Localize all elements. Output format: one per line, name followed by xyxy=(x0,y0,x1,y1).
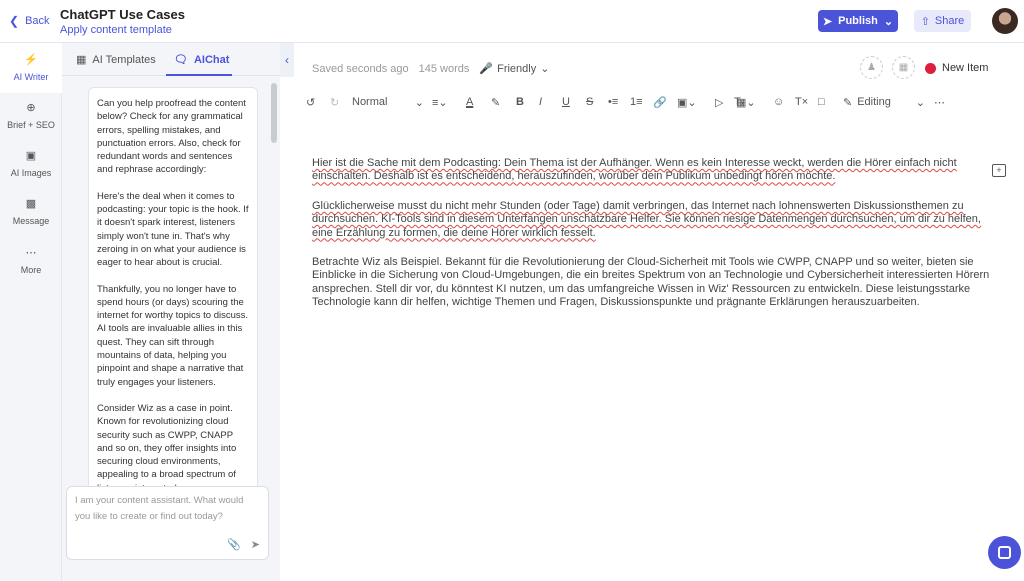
chat-paragraph: Consider Wiz as a case in point. Known f… xyxy=(97,402,237,494)
emoji-icon[interactable]: ☺ xyxy=(773,93,784,111)
word-count: 145 words xyxy=(418,62,470,75)
chat-paragraph: Thankfully, you no longer have to spend … xyxy=(97,283,249,388)
collapse-panel-button[interactable]: ‹ xyxy=(280,43,294,77)
undo-icon[interactable]: ↺ xyxy=(306,93,315,111)
rail-item-label: AI Images xyxy=(10,168,52,178)
chevron-down-icon: ⌄ xyxy=(915,96,925,109)
editor-meta: Saved seconds ago 145 words 🎤 Friendly ⌄ xyxy=(312,62,550,76)
calendar-icon: ▦ xyxy=(898,62,909,73)
clear-formatting-icon[interactable]: T× xyxy=(795,93,808,111)
comment-icon[interactable]: □ xyxy=(818,93,825,111)
chat-input[interactable]: I am your content assistant. What would … xyxy=(66,486,269,560)
assign-button[interactable]: ▦ xyxy=(892,56,915,79)
rail-item-label: AI Writer xyxy=(13,72,49,82)
image-insert-icon[interactable]: ▣⌄ xyxy=(677,93,697,111)
strikethrough-icon[interactable]: S xyxy=(586,93,593,111)
doc-paragraph: Glücklicherweise musst du nicht mehr Stu… xyxy=(312,199,981,239)
chat-paragraph: Here's the deal when it comes to podcast… xyxy=(97,190,249,269)
rail-item-brief-seo[interactable]: ⊕ Brief + SEO xyxy=(0,101,62,141)
chat-input-placeholder: I am your content assistant. What would … xyxy=(75,495,244,522)
rail-item-ai-writer[interactable]: ⚡ AI Writer xyxy=(0,43,62,93)
chevron-left-icon: ‹ xyxy=(285,53,289,67)
panel-tabs: ▦ AI Templates 🗨 AIChat xyxy=(62,43,280,76)
share-label: Share xyxy=(934,15,965,27)
status-label: New Item xyxy=(942,62,989,74)
document-title: ChatGPT Use Cases xyxy=(60,7,185,22)
chat-icon xyxy=(998,546,1011,559)
lightning-icon: ⚡ xyxy=(24,54,38,66)
add-user-icon: ♟ xyxy=(867,62,876,73)
doc-paragraph: Betrachte Wiz als Beispiel. Bekannt für … xyxy=(312,256,990,309)
rail-item-ai-images[interactable]: ▣ AI Images xyxy=(0,149,62,189)
add-user-button[interactable]: ♟ xyxy=(860,56,883,79)
doc-paragraph: Hier ist die Sache mit dem Podcasting: D… xyxy=(312,157,957,183)
chat-scrollbar[interactable] xyxy=(271,83,277,143)
tab-ai-templates[interactable]: ▦ AI Templates xyxy=(76,53,156,67)
play-icon[interactable]: ▷ xyxy=(715,93,723,111)
image-icon: ▣ xyxy=(25,150,37,162)
underline-icon[interactable]: U xyxy=(562,93,570,111)
send-icon[interactable]: ➤ xyxy=(251,537,260,553)
publish-label: Publish xyxy=(838,15,878,27)
add-comment-icon[interactable]: + xyxy=(992,164,1006,177)
microphone-icon: 🎤 xyxy=(479,63,494,75)
saved-status: Saved seconds ago xyxy=(312,62,409,75)
send-icon: ➤ xyxy=(822,15,833,28)
chat-paragraph: Can you help proofread the content below… xyxy=(97,98,246,176)
back-button[interactable]: ❮ Back xyxy=(9,14,50,28)
paragraph-style-value: Normal xyxy=(352,96,388,108)
status-selector[interactable]: New Item xyxy=(925,62,988,74)
table-icon[interactable]: ▦⌄ xyxy=(736,93,756,111)
user-avatar[interactable] xyxy=(992,8,1018,34)
paragraph-style-select[interactable]: Normal ⌄ xyxy=(352,93,424,111)
left-rail: ⚡ AI Writer ⊕ Brief + SEO ▣ AI Images ▩ … xyxy=(0,43,62,581)
support-chat-button[interactable] xyxy=(988,536,1021,569)
tone-selector[interactable]: 🎤 Friendly ⌄ xyxy=(479,62,550,76)
tab-label: AI Templates xyxy=(92,53,156,66)
mode-value: Editing xyxy=(857,96,891,108)
apply-template-link[interactable]: Apply content template xyxy=(60,24,172,36)
tone-label: Friendly xyxy=(497,62,537,75)
upload-icon: ⇧ xyxy=(920,15,930,28)
publish-button[interactable]: ➤ Publish ⌄ xyxy=(818,10,898,32)
chevron-down-icon: ⌄ xyxy=(883,15,894,28)
rail-item-message[interactable]: ▩ Message xyxy=(0,197,62,237)
ai-side-panel: ▦ AI Templates 🗨 AIChat Can you help pro… xyxy=(62,43,280,581)
message-icon: ▩ xyxy=(25,198,37,210)
rail-item-label: More xyxy=(20,265,42,275)
bold-icon[interactable]: B xyxy=(516,93,524,111)
chat-message: Can you help proofread the content below… xyxy=(88,87,258,527)
document-body[interactable]: Hier ist die Sache mit dem Podcasting: D… xyxy=(312,157,992,326)
status-dot xyxy=(925,62,936,74)
tab-aichat[interactable]: 🗨 AIChat xyxy=(174,53,230,67)
chevron-down-icon: ⌄ xyxy=(540,63,550,75)
rail-item-label: Brief + SEO xyxy=(7,120,55,130)
more-dots-icon: ⋯ xyxy=(25,247,37,259)
paperclip-icon[interactable]: 📎 xyxy=(227,537,241,553)
bullet-list-icon[interactable]: •≡ xyxy=(608,93,618,111)
redo-icon[interactable]: ↻ xyxy=(330,93,339,111)
rail-item-more[interactable]: ⋯ More xyxy=(0,246,62,286)
rail-item-label: Message xyxy=(12,216,50,226)
highlight-icon[interactable]: ✎ xyxy=(491,93,500,111)
pencil-icon: ✎ xyxy=(843,96,853,109)
numbered-list-icon[interactable]: 1≡ xyxy=(630,93,643,111)
target-icon: ⊕ xyxy=(26,102,36,114)
text-color-icon[interactable]: A xyxy=(466,93,473,111)
top-header: ❮ Back ChatGPT Use Cases Apply content t… xyxy=(0,0,1024,43)
align-icon[interactable]: ≡⌄ xyxy=(432,93,448,111)
editor-toolbar: ↺ ↻ Normal ⌄ ≡⌄ A ✎ B I U S •≡ 1≡ 🔗 ▣⌄ ▷… xyxy=(306,93,956,111)
mode-select[interactable]: ✎ Editing ⌄ xyxy=(843,93,925,111)
link-icon[interactable]: 🔗 xyxy=(653,93,667,111)
more-options-icon[interactable]: ⋯ xyxy=(934,93,945,111)
chat-bubbles-icon: 🗨 xyxy=(174,54,188,66)
italic-icon[interactable]: I xyxy=(539,93,542,111)
grid-icon: ▦ xyxy=(76,54,87,66)
active-tab-indicator xyxy=(166,74,232,76)
back-label: Back xyxy=(25,15,50,27)
tab-label: AIChat xyxy=(193,53,230,66)
chevron-left-icon: ❮ xyxy=(9,14,20,28)
share-button[interactable]: ⇧ Share xyxy=(914,10,971,32)
chevron-down-icon: ⌄ xyxy=(414,96,424,109)
